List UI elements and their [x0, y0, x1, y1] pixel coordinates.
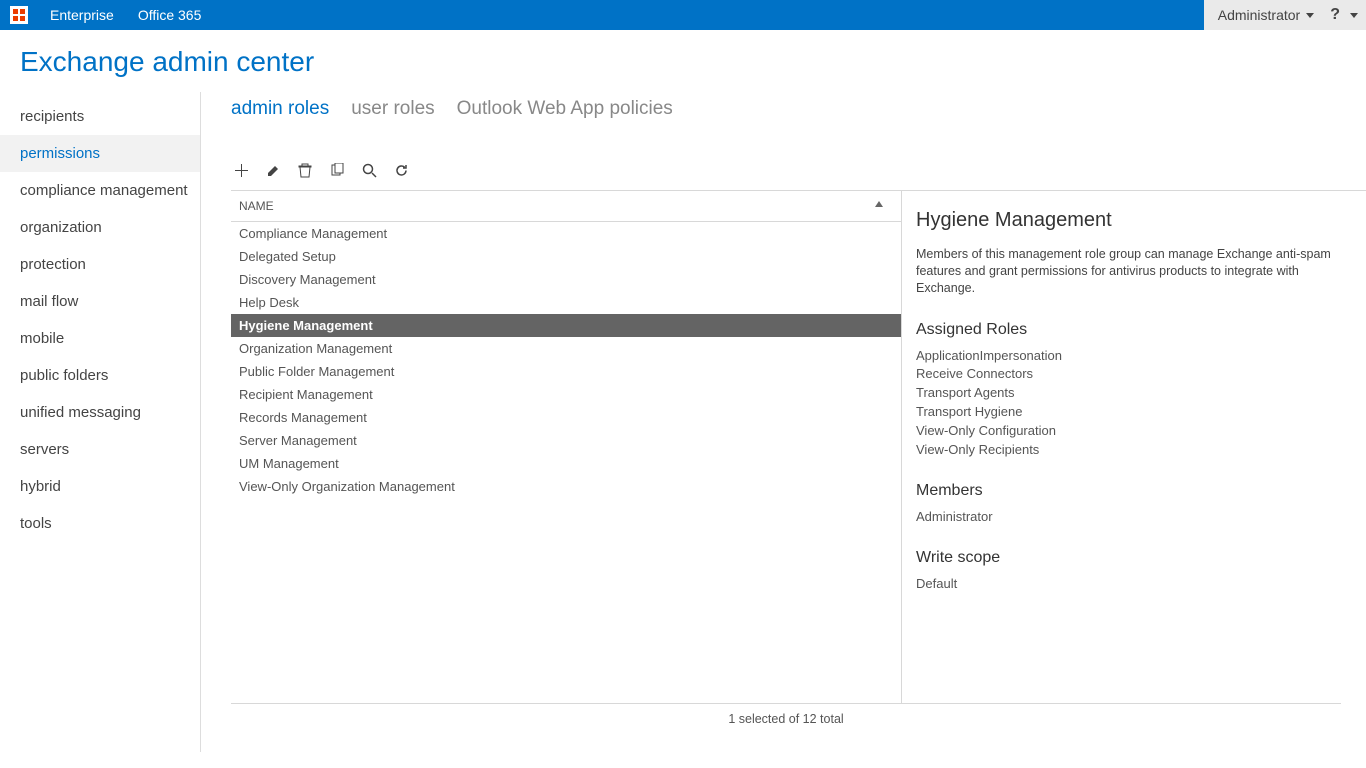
table-row[interactable]: Records Management — [231, 406, 901, 429]
table-row[interactable]: Public Folder Management — [231, 360, 901, 383]
list-item: Transport Hygiene — [916, 403, 1352, 422]
write-scope-list: Default — [916, 575, 1352, 594]
table-row[interactable]: Recipient Management — [231, 383, 901, 406]
top-link-enterprise[interactable]: Enterprise — [38, 0, 126, 30]
list-item: Default — [916, 575, 1352, 594]
list-item: Administrator — [916, 508, 1352, 527]
section-title-write-scope: Write scope — [916, 549, 1352, 567]
section-title-members: Members — [916, 482, 1352, 500]
copy-button[interactable] — [327, 160, 347, 180]
caret-down-icon — [1306, 13, 1314, 18]
sort-ascending-icon — [875, 201, 883, 207]
list-body: Compliance ManagementDelegated SetupDisc… — [231, 222, 901, 703]
sidebar-item-recipients[interactable]: recipients — [0, 98, 200, 135]
table-row[interactable]: Discovery Management — [231, 268, 901, 291]
tab-admin-roles[interactable]: admin roles — [231, 98, 329, 120]
section-title-assigned-roles: Assigned Roles — [916, 321, 1352, 339]
column-header-name: NAME — [239, 199, 274, 213]
tab-user-roles[interactable]: user roles — [351, 98, 434, 120]
table-row[interactable]: Compliance Management — [231, 222, 901, 245]
tab-Outlook-Web-App-policies[interactable]: Outlook Web App policies — [457, 98, 673, 120]
sidebar-item-servers[interactable]: servers — [0, 431, 200, 468]
list-item: View-Only Recipients — [916, 441, 1352, 460]
table-row[interactable]: Help Desk — [231, 291, 901, 314]
table-row[interactable]: Server Management — [231, 429, 901, 452]
toolbar — [231, 160, 1366, 180]
delete-button[interactable] — [295, 160, 315, 180]
page-title: Exchange admin center — [0, 30, 1366, 92]
sidebar-item-mobile[interactable]: mobile — [0, 320, 200, 357]
table-row[interactable]: Delegated Setup — [231, 245, 901, 268]
table-row[interactable]: Organization Management — [231, 337, 901, 360]
top-link-office365[interactable]: Office 365 — [126, 0, 214, 30]
list-header[interactable]: NAME — [231, 191, 901, 222]
list-item: View-Only Configuration — [916, 422, 1352, 441]
help-icon[interactable]: ? — [1330, 6, 1340, 24]
list-footer: 1 selected of 12 total — [231, 703, 1341, 734]
search-button[interactable] — [359, 160, 379, 180]
assigned-roles-list: ApplicationImpersonationReceive Connecto… — [916, 347, 1352, 460]
user-menu[interactable]: Administrator ? — [1204, 0, 1366, 30]
members-list: Administrator — [916, 508, 1352, 527]
sidebar-item-unified-messaging[interactable]: unified messaging — [0, 394, 200, 431]
detail-description: Members of this management role group ca… — [916, 246, 1352, 297]
tab-bar: admin roles user roles Outlook Web App pol… — [231, 92, 1366, 120]
top-bar: Enterprise Office 365 Administrator ? — [0, 0, 1366, 30]
user-name: Administrator — [1218, 7, 1300, 23]
table-row[interactable]: View-Only Organization Management — [231, 475, 901, 498]
list-item: Receive Connectors — [916, 365, 1352, 384]
sidebar-item-permissions[interactable]: permissions — [0, 135, 200, 172]
office-logo-icon — [10, 6, 28, 24]
list-item: ApplicationImpersonation — [916, 347, 1352, 366]
sidebar-item-protection[interactable]: protection — [0, 246, 200, 283]
edit-button[interactable] — [263, 160, 283, 180]
detail-title: Hygiene Management — [916, 209, 1352, 232]
add-button[interactable] — [231, 160, 251, 180]
details-pane: Hygiene Management Members of this manag… — [902, 191, 1366, 703]
list-item: Transport Agents — [916, 384, 1352, 403]
refresh-button[interactable] — [391, 160, 411, 180]
sidebar-item-tools[interactable]: tools — [0, 505, 200, 542]
caret-down-icon — [1350, 13, 1358, 18]
sidebar-item-mail-flow[interactable]: mail flow — [0, 283, 200, 320]
sidebar-item-compliance-management[interactable]: compliance management — [0, 172, 200, 209]
table-row[interactable]: Hygiene Management — [231, 314, 901, 337]
table-row[interactable]: UM Management — [231, 452, 901, 475]
left-nav: recipientspermissionscompliance manageme… — [0, 92, 201, 752]
role-list: NAME Compliance ManagementDelegated Setu… — [231, 191, 902, 703]
sidebar-item-public-folders[interactable]: public folders — [0, 357, 200, 394]
sidebar-item-organization[interactable]: organization — [0, 209, 200, 246]
sidebar-item-hybrid[interactable]: hybrid — [0, 468, 200, 505]
